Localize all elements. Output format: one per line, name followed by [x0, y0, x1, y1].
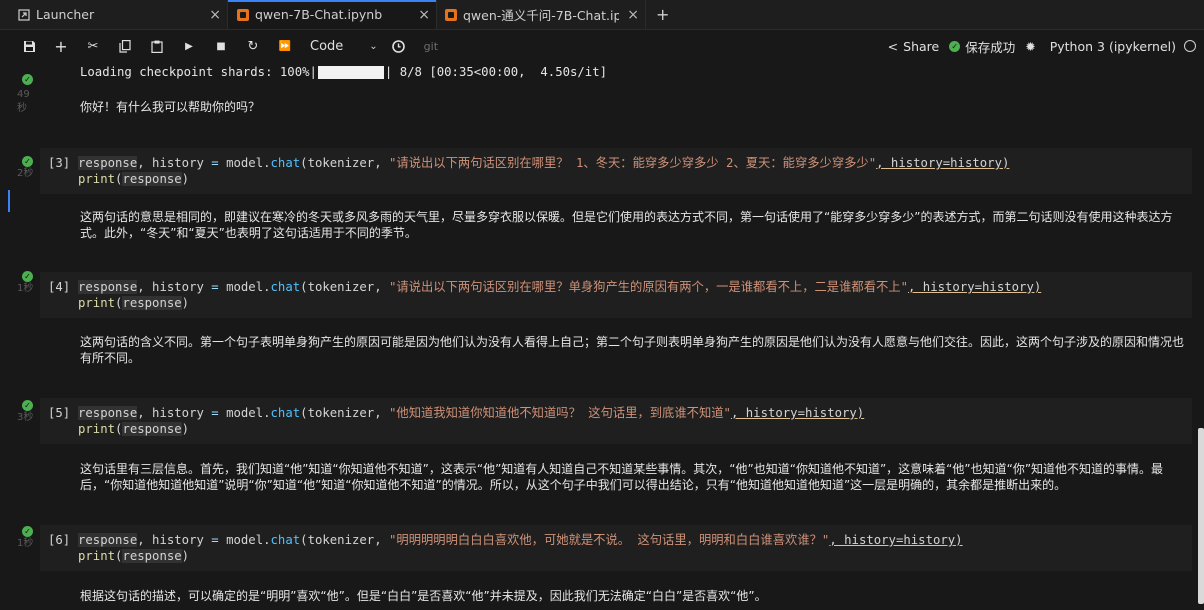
debug-icon[interactable]: ✹ [1025, 39, 1035, 54]
cell-output: 这两句话的意思是相同的，即建议在寒冷的冬天或多风多雨的天气里，尽量多穿衣服以保暖… [80, 210, 1173, 240]
tab-bar: Launcher × qwen-7B-Chat.ipynb × qwen-通义千… [0, 0, 1204, 30]
cell-type-value: Code [310, 38, 344, 54]
exec-time: 1秒 [17, 538, 34, 549]
kernel-status-icon [1184, 40, 1196, 52]
exec-time: 1秒 [17, 283, 34, 294]
cell-prompt: [3] [48, 156, 71, 170]
check-icon: ✓ [22, 156, 33, 167]
git-button[interactable]: git [424, 40, 438, 53]
code-cell[interactable]: [4] response, history = model.chat(token… [40, 272, 1192, 318]
launcher-icon [17, 8, 30, 21]
progress-text-before: Loading checkpoint shards: 100%| [80, 65, 317, 79]
close-icon[interactable]: × [410, 7, 430, 23]
cell-output: 根据这句话的描述，可以确定的是“明明”喜欢“他”。但是“白白”是否喜欢“他”并未… [80, 589, 767, 603]
cut-icon[interactable]: ✂ [86, 39, 100, 54]
tab-qwen-tongyi[interactable]: qwen-通义千问-7B-Chat.ipyr × [437, 0, 646, 29]
exec-time: 2秒 [17, 168, 34, 179]
cell-output: 你好！有什么我可以帮助你的吗？ [80, 100, 261, 114]
progress-text-after: | 8/8 [00:35<00:00, 4.50s/it] [384, 65, 608, 79]
share-button[interactable]: < Share [888, 39, 940, 54]
check-icon: ✓ [22, 526, 33, 537]
save-status: ✓ 保存成功 [949, 37, 1015, 56]
code-cell[interactable]: [6] response, history = model.chat(token… [40, 525, 1192, 571]
run-all-icon[interactable]: ⏩ [278, 41, 292, 52]
notebook-toolbar: + ✂ ▶ ■ ↻ ⏩ Code ⌄ git < Share ✓ 保存成功 ✹ … [0, 30, 1204, 62]
close-icon[interactable]: × [201, 7, 221, 23]
tab-label: Launcher [36, 7, 95, 22]
notebook-icon [445, 8, 457, 21]
cell-prompt: [5] [48, 406, 71, 420]
cell-gutter: ✓ 2秒 [0, 156, 40, 181]
save-icon[interactable] [22, 40, 36, 53]
cell-type-select[interactable]: Code ⌄ [310, 39, 378, 54]
save-status-label: 保存成功 [965, 39, 1016, 55]
code-cell[interactable]: [5] response, history = model.chat(token… [40, 398, 1192, 444]
add-cell-icon[interactable]: + [54, 37, 68, 56]
tab-qwen-7b-chat[interactable]: qwen-7B-Chat.ipynb × [228, 0, 437, 29]
toolbar-right: < Share ✓ 保存成功 ✹ Python 3 (ipykernel) [878, 37, 1204, 56]
tab-launcher[interactable]: Launcher × [9, 0, 228, 29]
cell-output: 这两句话的含义不同。第一个句子表明单身狗产生的原因可能是因为他们认为没有人看得上… [80, 335, 1185, 365]
paste-icon[interactable] [150, 40, 164, 53]
close-icon[interactable]: × [619, 7, 639, 23]
cell-prompt: [6] [48, 533, 71, 547]
share-label: Share [903, 38, 940, 54]
notebook-icon [236, 8, 249, 21]
clock-icon[interactable] [392, 39, 406, 53]
cell-prompt: [4] [48, 280, 71, 294]
kernel-selector[interactable]: Python 3 (ipykernel) [1050, 39, 1196, 54]
progress-bar [317, 66, 384, 79]
run-icon[interactable]: ▶ [182, 41, 196, 52]
tab-label: qwen-7B-Chat.ipynb [255, 7, 383, 22]
cell-gutter: ✓ 3秒 [0, 400, 40, 425]
copy-icon[interactable] [118, 39, 132, 53]
check-icon: ✓ [22, 74, 33, 85]
notebook-panel: ✓ 49 秒 Loading checkpoint shards: 100%| |… [0, 62, 1204, 610]
active-cell-marker [8, 190, 10, 212]
kernel-label: Python 3 (ipykernel) [1049, 38, 1176, 54]
check-icon: ✓ [22, 400, 33, 411]
cell-gutter: ✓ 1秒 [0, 526, 40, 551]
cell-gutter: ✓ 1秒 [0, 271, 40, 296]
tab-label: qwen-通义千问-7B-Chat.ipyr [463, 8, 620, 23]
chevron-down-icon: ⌄ [369, 40, 378, 52]
exec-time: 49 秒 [17, 89, 30, 114]
add-tab-button[interactable]: + [646, 0, 679, 29]
vertical-scrollbar[interactable] [1198, 428, 1204, 604]
cell-gutter: ✓ 49 秒 [0, 74, 40, 116]
check-icon: ✓ [949, 40, 961, 52]
progress-output: Loading checkpoint shards: 100%| | 8/8 [0… [80, 64, 1190, 80]
check-icon: ✓ [22, 271, 33, 282]
restart-icon[interactable]: ↻ [246, 39, 260, 54]
code-cell[interactable]: [3] response, history = model.chat(token… [40, 148, 1192, 194]
stop-icon[interactable]: ■ [214, 41, 228, 52]
share-icon: < [887, 38, 899, 54]
exec-time: 3秒 [17, 412, 34, 423]
cell-output: 这句话里有三层信息。首先，我们知道“他”知道“你知道他不知道”，这表示“他”知道… [80, 462, 1164, 492]
